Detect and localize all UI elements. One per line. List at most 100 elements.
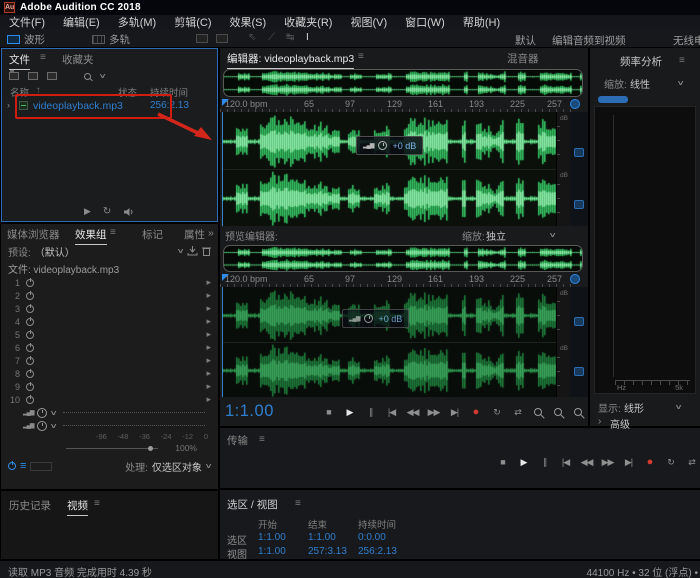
slot-caret-icon[interactable]: ▸ bbox=[206, 342, 211, 353]
panel-menu-icon[interactable]: ≡ bbox=[40, 52, 46, 63]
input-gain-knob[interactable] bbox=[37, 408, 47, 418]
preview-timeline-ruler[interactable]: 120.0 bpm 65 97 129 161 193 225 257 bbox=[220, 273, 588, 287]
playhead[interactable] bbox=[222, 287, 223, 397]
delete-preset-icon[interactable] bbox=[202, 246, 211, 256]
power-icon[interactable] bbox=[26, 370, 34, 378]
volume-fader-icon[interactable]: ▂▄▆ bbox=[363, 142, 373, 149]
slot-caret-icon[interactable]: ▸ bbox=[206, 381, 211, 392]
open-file-icon[interactable] bbox=[9, 72, 19, 80]
menu-item-window[interactable]: 窗口(W) bbox=[396, 14, 454, 30]
menu-item-view[interactable]: 视图(V) bbox=[341, 14, 396, 30]
slot-caret-icon[interactable]: ▸ bbox=[206, 394, 211, 405]
panel-menu-icon[interactable]: ≡ bbox=[295, 498, 301, 509]
effect-slot[interactable]: 5▸ bbox=[1, 328, 218, 341]
save-preset-icon[interactable] bbox=[187, 246, 198, 256]
preview-waveform-view[interactable]: ▂▄▆ +0 dB bbox=[222, 287, 556, 397]
workspace-edit-audio-to-video[interactable]: 编辑音频到视频 bbox=[552, 33, 626, 48]
advanced-expander-icon[interactable]: › bbox=[598, 416, 601, 427]
effect-slot[interactable]: 1▸ bbox=[1, 276, 218, 289]
effect-slot[interactable]: 10▸ bbox=[1, 393, 218, 406]
rewind-button[interactable]: ◀◀ bbox=[402, 407, 423, 418]
menu-item-favorites[interactable]: 收藏夹(R) bbox=[275, 14, 341, 30]
scale-value[interactable]: 线性 bbox=[630, 76, 650, 91]
slot-caret-icon[interactable]: ▸ bbox=[206, 355, 211, 366]
auto-play-icon[interactable]: ▶ bbox=[84, 206, 91, 217]
search-chevron-icon[interactable]: ∨ bbox=[98, 72, 106, 80]
power-icon[interactable] bbox=[26, 279, 34, 287]
loop-playback-icon[interactable]: ↻ bbox=[103, 206, 111, 217]
right-channel-button[interactable] bbox=[574, 200, 584, 209]
pause-button[interactable]: ∥ bbox=[534, 457, 555, 468]
process-value[interactable]: 仅选区对象 bbox=[152, 459, 202, 474]
menu-item-file[interactable]: 文件(F) bbox=[0, 14, 54, 30]
go-to-start-button[interactable]: |◀ bbox=[555, 457, 576, 468]
spectral-display-icon[interactable] bbox=[216, 34, 228, 43]
loop-playback-button[interactable]: ↻ bbox=[486, 407, 507, 418]
power-icon[interactable] bbox=[26, 383, 34, 391]
move-tool-icon[interactable]: ⇖ bbox=[248, 32, 256, 43]
effect-slot[interactable]: 9▸ bbox=[1, 380, 218, 393]
power-icon[interactable] bbox=[26, 396, 34, 404]
speaker-icon[interactable] bbox=[123, 207, 135, 217]
view-end[interactable]: 257:3.13 bbox=[308, 546, 347, 557]
panel-menu-icon[interactable]: ≡ bbox=[259, 434, 265, 445]
go-to-end-button[interactable]: ▶| bbox=[618, 457, 639, 468]
zoom-in-button[interactable] bbox=[534, 408, 542, 416]
tab-properties[interactable]: 属性 bbox=[184, 227, 205, 242]
panel-menu-icon[interactable]: ≡ bbox=[94, 498, 100, 509]
hud-overlay[interactable]: ▂▄▆ +0 dB bbox=[356, 136, 423, 155]
tab-history[interactable]: 历史记录 bbox=[9, 498, 51, 513]
view-duration[interactable]: 256:2.13 bbox=[358, 546, 397, 557]
chevron-down-icon[interactable]: ∨ bbox=[50, 409, 58, 417]
clock-icon[interactable] bbox=[364, 314, 373, 323]
playhead-handle[interactable] bbox=[222, 274, 229, 281]
play-button[interactable]: ▶ bbox=[513, 457, 534, 468]
slot-caret-icon[interactable]: ▸ bbox=[206, 316, 211, 327]
record-button[interactable]: ● bbox=[465, 406, 486, 418]
tab-markers[interactable]: 标记 bbox=[142, 227, 163, 242]
play-button[interactable]: ▶ bbox=[339, 407, 360, 418]
scale-chevron-icon[interactable]: ∨ bbox=[676, 79, 684, 87]
razor-tool-icon[interactable]: ⟋ bbox=[268, 32, 275, 43]
loop-playback-button[interactable]: ↻ bbox=[660, 457, 681, 468]
panel-menu-icon[interactable]: ≡ bbox=[110, 227, 116, 238]
advanced-label[interactable]: 高级 bbox=[610, 416, 630, 431]
waveform-view-button[interactable]: 波形 bbox=[7, 32, 45, 47]
menu-item-help[interactable]: 帮助(H) bbox=[454, 14, 509, 30]
fast-forward-button[interactable]: ▶▶ bbox=[423, 407, 444, 418]
slot-caret-icon[interactable]: ▸ bbox=[206, 290, 211, 301]
slot-caret-icon[interactable]: ▸ bbox=[206, 329, 211, 340]
rack-power-icon[interactable] bbox=[8, 462, 16, 470]
power-icon[interactable] bbox=[26, 344, 34, 352]
effect-slot[interactable]: 7▸ bbox=[1, 354, 218, 367]
volume-fader-icon[interactable]: ▂▄▆ bbox=[349, 315, 359, 322]
preset-chevron-icon[interactable]: ∨ bbox=[176, 247, 184, 255]
playhead[interactable] bbox=[222, 112, 223, 226]
overview-strip[interactable] bbox=[223, 69, 583, 97]
workspace-radio[interactable]: 无线电制作 bbox=[673, 33, 700, 48]
timeline-ruler[interactable]: 120.0 bpm 65 97 129 161 193 225 257 bbox=[220, 98, 588, 112]
zoom-selection-button[interactable] bbox=[574, 408, 582, 416]
rewind-button[interactable]: ◀◀ bbox=[576, 457, 597, 468]
workspace-default[interactable]: 默认 bbox=[515, 33, 536, 48]
scrollbar-thumb[interactable] bbox=[598, 96, 628, 103]
selection-start[interactable]: 1:1.00 bbox=[258, 532, 286, 543]
overview-waveform[interactable] bbox=[224, 70, 582, 96]
tab-media-browser[interactable]: 媒体浏览器 bbox=[7, 227, 60, 242]
effect-slot[interactable]: 6▸ bbox=[1, 341, 218, 354]
effect-slot[interactable]: 8▸ bbox=[1, 367, 218, 380]
skip-selection-button[interactable]: ⇄ bbox=[681, 457, 700, 468]
view-start[interactable]: 1:1.00 bbox=[258, 546, 286, 557]
power-icon[interactable] bbox=[26, 292, 34, 300]
main-waveform-view[interactable]: ▂▄▆ +0 dB bbox=[222, 112, 556, 226]
go-to-end-button[interactable]: ▶| bbox=[444, 407, 465, 418]
fast-forward-button[interactable]: ▶▶ bbox=[597, 457, 618, 468]
display-chevron-icon[interactable]: ∨ bbox=[674, 403, 682, 411]
display-value[interactable]: 线形 bbox=[624, 400, 644, 415]
stop-button[interactable]: ■ bbox=[318, 407, 339, 417]
power-icon[interactable] bbox=[26, 357, 34, 365]
preview-zoom-value[interactable]: 独立 bbox=[486, 228, 506, 243]
go-to-start-button[interactable]: |◀ bbox=[381, 407, 402, 418]
slot-caret-icon[interactable]: ▸ bbox=[206, 277, 211, 288]
mix-slider-thumb[interactable] bbox=[148, 446, 153, 451]
